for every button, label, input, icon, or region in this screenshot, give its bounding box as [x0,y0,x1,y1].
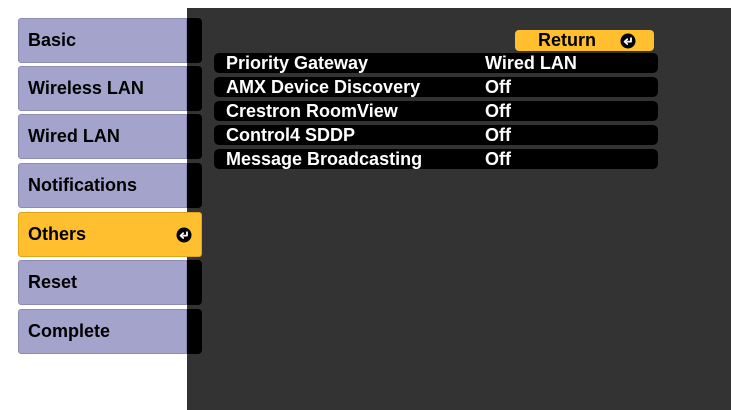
tab-tail [187,309,202,354]
setting-value: Off [485,149,511,169]
setting-value: Off [485,125,511,145]
tab-wireless-lan-face: Wireless LAN [18,66,187,111]
setting-row-control4-sddp[interactable]: Control4 SDDP Off [214,125,658,145]
return-label: Return [538,30,596,50]
tab-others-face: Others [18,212,202,257]
setting-value: Off [485,77,511,97]
tab-notifications-face: Notifications [18,163,187,208]
tab-label: Basic [28,30,77,50]
setting-label: AMX Device Discovery [226,77,421,97]
tab-complete[interactable]: Complete [18,309,202,354]
setting-row-message-broadcasting[interactable]: Message Broadcasting Off [214,149,658,169]
tab-label: Wireless LAN [28,78,144,98]
setting-label: Crestron RoomView [226,101,398,121]
tab-label: Reset [28,272,78,292]
tab-basic[interactable]: Basic [18,18,202,63]
setting-label: Message Broadcasting [226,149,423,169]
enter-icon [176,227,192,242]
tab-wireless-lan[interactable]: Wireless LAN [18,66,202,111]
tab-wired-lan-face: Wired LAN [18,114,187,159]
tab-notifications[interactable]: Notifications [18,163,202,208]
tab-label: Notifications [28,175,138,195]
tab-others[interactable]: Others [18,212,202,257]
tab-label: Others [28,224,87,244]
setting-label: Control4 SDDP [226,125,356,145]
setting-label: Priority Gateway [226,53,369,73]
return-button[interactable]: Return [515,30,654,51]
tab-tail [187,114,202,159]
tab-label: Wired LAN [28,126,120,146]
tab-label: Complete [28,321,111,341]
tab-wired-lan[interactable]: Wired LAN [18,114,202,159]
enter-icon [620,33,636,48]
setting-value: Wired LAN [485,53,577,73]
setting-row-priority-gateway[interactable]: Priority Gateway Wired LAN [214,53,658,73]
tab-tail [187,18,202,63]
setting-row-crestron-roomview[interactable]: Crestron RoomView Off [214,101,658,121]
tab-tail [187,66,202,111]
tab-tail [187,163,202,208]
projector-network-settings-screen: Basic Wireless LAN Wired LAN Notificatio… [0,0,731,410]
tab-complete-face: Complete [18,309,187,354]
setting-row-amx-device-discovery[interactable]: AMX Device Discovery Off [214,77,658,97]
tab-reset[interactable]: Reset [18,260,202,305]
setting-value: Off [485,101,511,121]
tab-tail [187,260,202,305]
tab-reset-face: Reset [18,260,187,305]
tab-basic-face: Basic [18,18,187,63]
